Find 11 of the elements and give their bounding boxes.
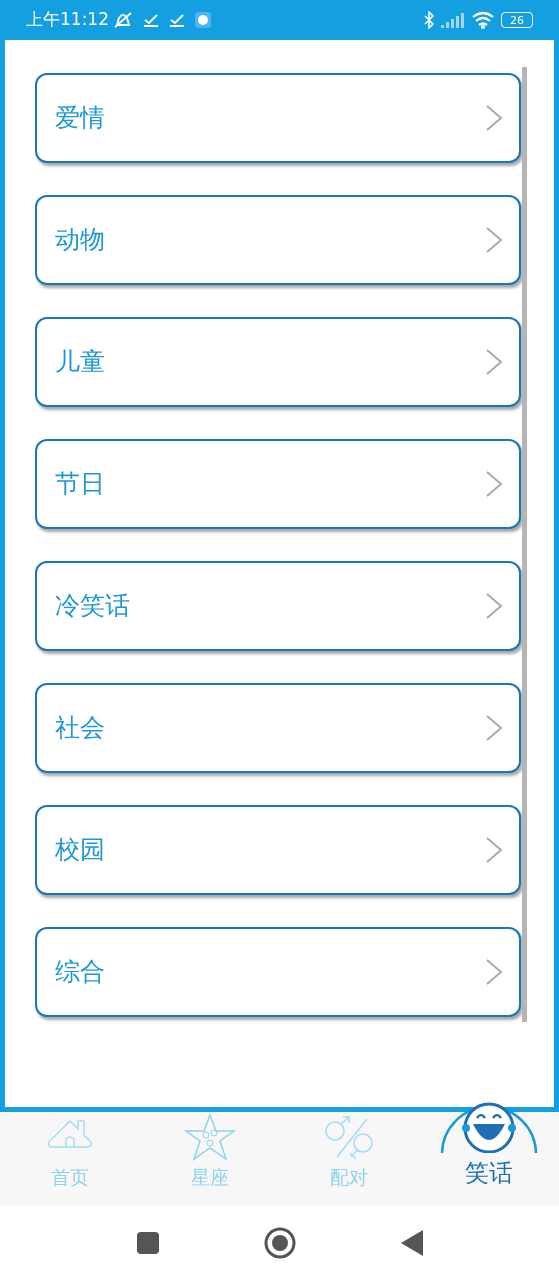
tab[interactable]: 笑话 — [419, 1084, 559, 1205]
category-item[interactable]: 儿童 — [35, 317, 521, 407]
category-item[interactable]: 动物 — [35, 195, 521, 285]
category-item[interactable]: 综合 — [35, 927, 521, 1017]
status-time: 上午11:12 — [26, 8, 109, 32]
category-item[interactable]: 冷笑话 — [35, 561, 521, 651]
battery-icon: 26 — [501, 12, 533, 28]
category-item[interactable]: 社会 — [35, 683, 521, 773]
category-item[interactable]: 校园 — [35, 805, 521, 895]
category-item[interactable]: 爱情 — [35, 73, 521, 163]
category-item[interactable]: 节日 — [35, 439, 521, 529]
